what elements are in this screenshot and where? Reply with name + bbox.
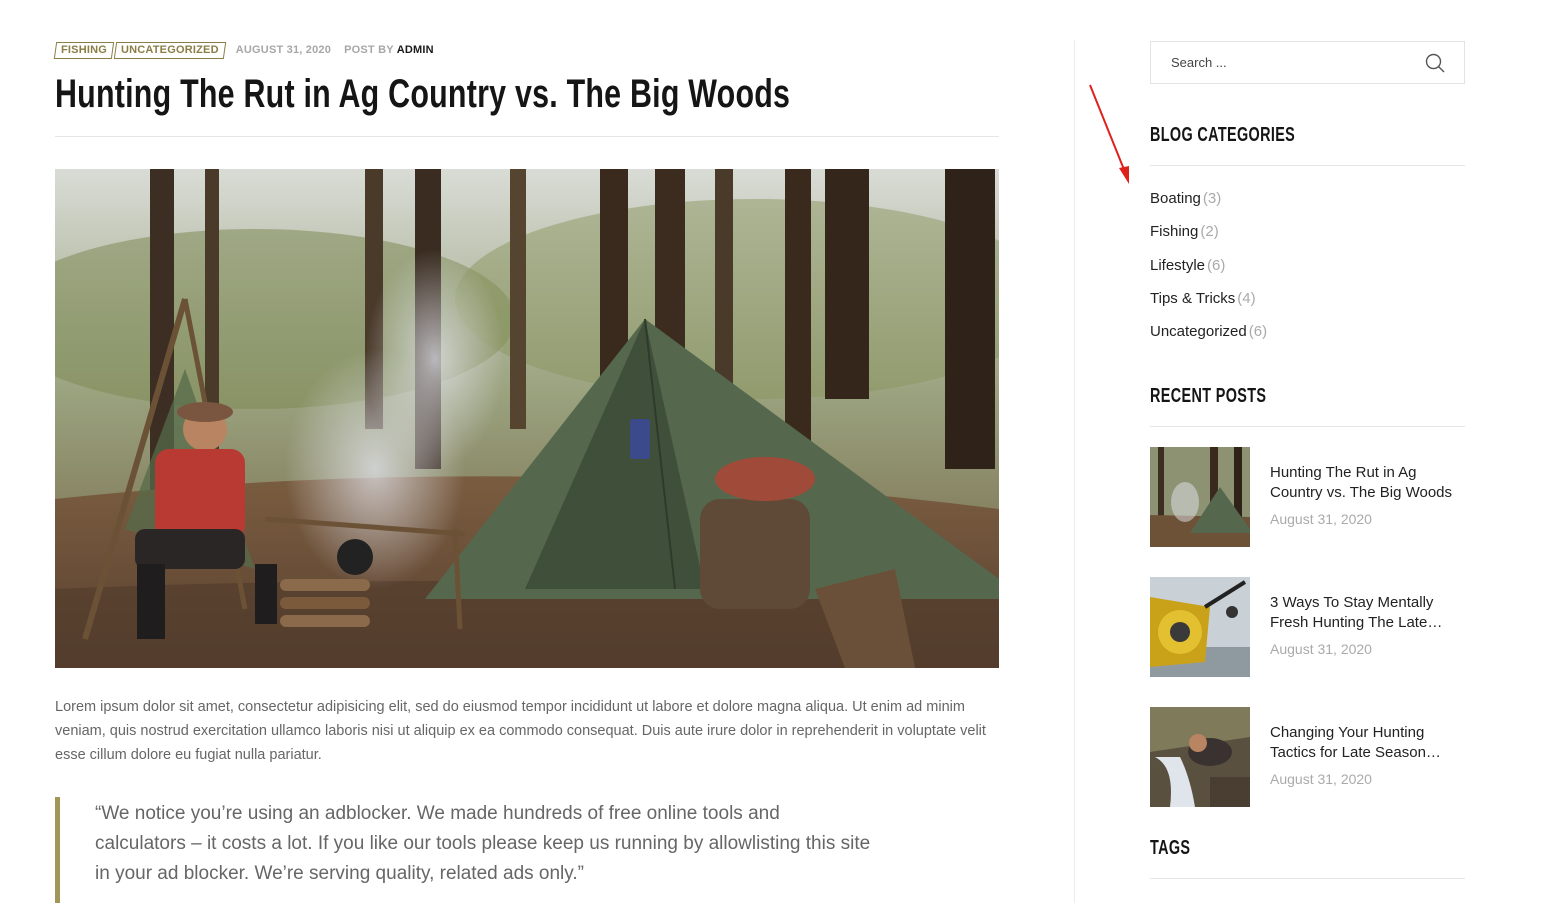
recent-post-date: August 31, 2020 bbox=[1270, 511, 1372, 528]
category-link-uncategorized[interactable]: Uncategorized bbox=[1150, 323, 1247, 340]
category-item-tips-tricks: Tips & Tricks (4) bbox=[1150, 287, 1465, 320]
post-by-label: POST BY bbox=[344, 44, 394, 56]
search-form bbox=[1150, 41, 1465, 84]
post-date: AUGUST 31, 2020 bbox=[235, 44, 332, 56]
category-count: (4) bbox=[1237, 289, 1256, 307]
category-tag-fishing[interactable]: FISHING bbox=[53, 41, 115, 59]
post-featured-image bbox=[55, 169, 999, 668]
post-blockquote: “We notice you’re using an adblocker. We… bbox=[55, 797, 875, 903]
blog-categories-title: BLOG CATEGORIES bbox=[1150, 124, 1296, 146]
category-list: Boating (3) Fishing (2) Lifestyle (6) Tips … bbox=[1150, 187, 1465, 353]
post-author-link[interactable]: ADMIN bbox=[397, 44, 434, 56]
category-item-fishing: Fishing (2) bbox=[1150, 220, 1465, 253]
recent-post-thumbnail[interactable] bbox=[1150, 707, 1250, 808]
recent-post-title-link[interactable]: 3 Ways To Stay Mentally Fresh Hunting Th… bbox=[1270, 593, 1465, 633]
categories-divider bbox=[1150, 165, 1465, 166]
recent-post-item: 3 Ways To Stay Mentally Fresh Hunting Th… bbox=[1150, 577, 1465, 678]
recent-post-info: 3 Ways To Stay Mentally Fresh Hunting Th… bbox=[1270, 577, 1465, 677]
search-icon[interactable] bbox=[1424, 52, 1446, 74]
category-item-uncategorized: Uncategorized (6) bbox=[1150, 320, 1465, 353]
category-tag-uncategorized[interactable]: UNCATEGORIZED bbox=[113, 41, 226, 59]
category-link-tips-tricks[interactable]: Tips & Tricks bbox=[1150, 290, 1235, 307]
recent-post-info: Changing Your Hunting Tactics for Late S… bbox=[1270, 707, 1465, 807]
post-article: FISHING UNCATEGORIZED AUGUST 31, 2020 PO… bbox=[53, 40, 999, 903]
post-excerpt: Lorem ipsum dolor sit amet, consectetur … bbox=[55, 699, 986, 763]
recent-post-info: Hunting The Rut in Ag Country vs. The Bi… bbox=[1270, 447, 1465, 547]
recent-post-item: Changing Your Hunting Tactics for Late S… bbox=[1150, 707, 1465, 808]
category-item-lifestyle: Lifestyle (6) bbox=[1150, 254, 1465, 287]
title-divider bbox=[55, 136, 999, 137]
recent-posts-title: RECENT POSTS bbox=[1150, 385, 1267, 408]
category-link-fishing[interactable]: Fishing bbox=[1150, 223, 1198, 240]
sidebar: BLOG CATEGORIES Boating(3) Fishing(2) Li… bbox=[1150, 41, 1465, 880]
recent-post-thumbnail[interactable] bbox=[1150, 447, 1250, 548]
tags-title: TAGS bbox=[1150, 837, 1191, 860]
category-count: (6) bbox=[1207, 256, 1226, 274]
recent-post-title-link[interactable]: Hunting The Rut in Ag Country vs. The Bi… bbox=[1270, 463, 1465, 503]
category-count: (6) bbox=[1248, 323, 1268, 341]
recent-post-title-link[interactable]: Changing Your Hunting Tactics for Late S… bbox=[1270, 723, 1465, 763]
search-input[interactable] bbox=[1171, 55, 1391, 70]
tags-divider bbox=[1150, 878, 1465, 880]
post-meta: FISHING UNCATEGORIZED AUGUST 31, 2020 PO… bbox=[53, 40, 999, 60]
category-item-boating: Boating (3) bbox=[1150, 187, 1465, 220]
annotation-arrow-icon bbox=[1089, 84, 1129, 184]
category-count: (2) bbox=[1200, 223, 1219, 241]
recent-posts-list: Hunting The Rut in Ag Country vs. The Bi… bbox=[1150, 447, 1465, 808]
recent-post-date: August 31, 2020 bbox=[1270, 641, 1372, 658]
recent-post-thumbnail[interactable] bbox=[1150, 577, 1250, 678]
recent-post-item: Hunting The Rut in Ag Country vs. The Bi… bbox=[1150, 447, 1465, 548]
recent-posts-divider bbox=[1150, 426, 1465, 428]
recent-post-date: August 31, 2020 bbox=[1270, 771, 1372, 788]
category-link-boating[interactable]: Boating bbox=[1150, 190, 1201, 207]
category-count: (3) bbox=[1202, 190, 1222, 207]
post-title: Hunting The Rut in Ag Country vs. The Bi… bbox=[55, 72, 791, 116]
category-link-lifestyle[interactable]: Lifestyle bbox=[1150, 257, 1205, 274]
column-divider bbox=[1074, 40, 1075, 903]
